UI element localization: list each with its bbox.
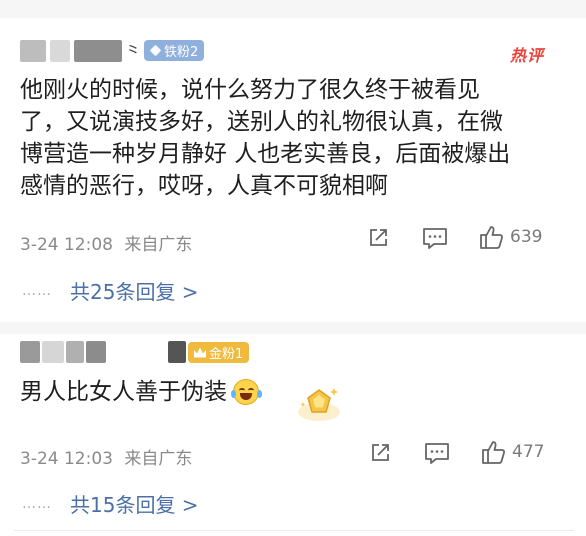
comment-line: 他刚火的时候，说什么努力了很久终于被看见 <box>20 77 480 103</box>
comment-line: 了，又说演技多好，送别人的礼物很认真，在微 <box>20 109 503 135</box>
comment-button[interactable] <box>424 441 450 465</box>
blur-block <box>50 40 70 62</box>
badge-label: 金粉1 <box>209 347 244 362</box>
replies-link[interactable]: 共15条回复 > <box>70 489 199 518</box>
share-icon <box>370 229 387 246</box>
share-icon <box>372 444 389 461</box>
share-button[interactable] <box>366 226 390 250</box>
blur-block <box>66 341 84 363</box>
like-count: 477 <box>512 442 545 462</box>
blur-block <box>168 341 186 363</box>
thumbs-up-icon <box>480 226 504 249</box>
comment-icon <box>425 443 449 464</box>
username-redacted[interactable] <box>20 341 190 365</box>
fan-badge[interactable]: 铁粉2 <box>144 40 205 61</box>
location: 来自广东 <box>124 235 193 255</box>
badge-label: 铁粉2 <box>164 45 199 60</box>
comment-line: 博营造一种岁月静好 人也老实善良，后面被爆出 <box>20 141 511 167</box>
blur-block <box>20 40 46 62</box>
like-button[interactable]: 477 <box>480 439 544 465</box>
comment-meta: 3-24 12:03 来自广东 <box>20 444 192 469</box>
ellipsis: …… <box>22 495 52 512</box>
blur-block <box>74 40 122 62</box>
comment-icon <box>423 228 447 249</box>
comment-meta: 3-24 12:08 来自广东 <box>20 230 192 255</box>
blur-block <box>86 341 106 363</box>
comment-line: 感情的恶行，哎呀，人真不可貌相啊 <box>20 173 388 199</box>
thumbs-up-icon <box>482 441 506 464</box>
fan-badge[interactable]: 金粉1 <box>188 342 250 363</box>
comment-separator <box>0 322 586 334</box>
username-tail: ⺀ <box>124 42 142 63</box>
share-button[interactable] <box>368 441 392 465</box>
blur-block <box>42 341 64 363</box>
blur-block <box>20 341 40 363</box>
location: 来自广东 <box>124 449 193 469</box>
timestamp: 3-24 12:08 <box>20 235 113 255</box>
like-count: 639 <box>510 227 543 247</box>
username-redacted[interactable]: ⺀ <box>20 40 142 64</box>
view-replies[interactable]: …… 共25条回复 > <box>22 276 199 305</box>
view-replies[interactable]: …… 共15条回复 > <box>22 489 199 518</box>
gold-badge-sticker-icon <box>298 388 340 421</box>
gold-fan-sticker <box>296 382 342 428</box>
bottom-divider <box>14 530 574 531</box>
like-button[interactable]: 639 <box>478 224 542 250</box>
replies-link[interactable]: 共25条回复 > <box>70 276 199 305</box>
ellipsis: …… <box>22 282 52 299</box>
top-separator <box>0 0 586 18</box>
badge-crown-icon <box>194 347 206 358</box>
comment-text: 他刚火的时候，说什么努力了很久终于被看见 了，又说演技多好，送别人的礼物很认真，… <box>20 74 576 202</box>
hot-comment-label: 热评 <box>510 46 545 65</box>
laugh-cry-emoji-icon <box>231 379 262 405</box>
comment-text: 男人比女人善于伪装 <box>20 376 262 408</box>
comment-button[interactable] <box>422 226 448 250</box>
badge-gem-icon <box>149 44 162 57</box>
timestamp: 3-24 12:03 <box>20 449 113 469</box>
comment-line: 男人比女人善于伪装 <box>20 379 227 405</box>
